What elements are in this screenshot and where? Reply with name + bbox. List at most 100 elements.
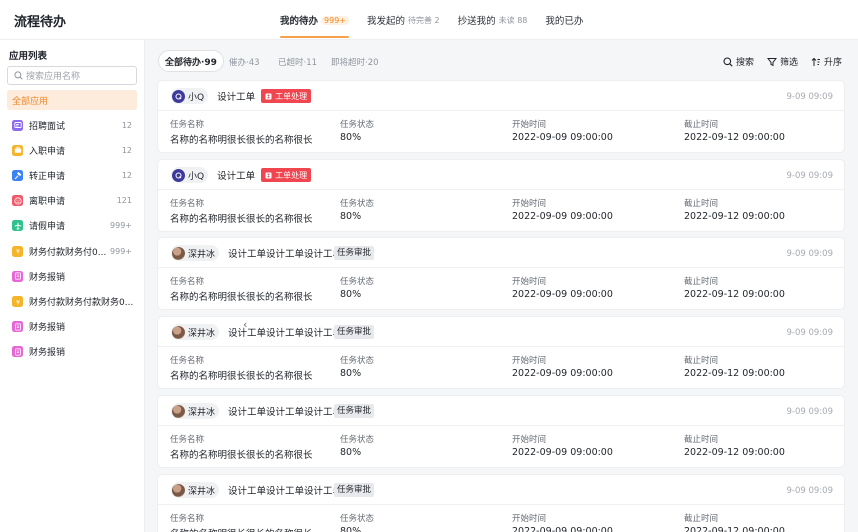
task-card[interactable]: 深井冰设计工单设计工单设计工单任务审批9-09 09:09任务名称名称的名称明很… (158, 475, 844, 532)
user-chip[interactable]: 小Q (171, 88, 209, 104)
field-label: 任务状态 (340, 356, 375, 366)
user-chip[interactable]: 深井冰 (171, 403, 220, 419)
sidebar-item[interactable]: ¥ 财务付款财务付0... 999+ (7, 241, 137, 261)
sidebar-item[interactable]: 请假申请 999+ (7, 216, 137, 236)
filter-button[interactable]: 筛选 (766, 55, 798, 68)
task-card[interactable]: 深井冰设计工单设计工单设计工单任务审批9-09 09:09任务名称名称的名称明很… (158, 317, 844, 388)
hammer-icon (12, 170, 23, 182)
plane-icon (12, 220, 23, 232)
field-label: 截止时间 (684, 277, 719, 287)
user-chip[interactable]: 小Q (171, 167, 209, 183)
field-value: 名称的名称明很长很长的名称很长 (170, 135, 313, 146)
card-title: 设计工单设计工单设计工单 (228, 249, 335, 260)
receipt-icon (12, 270, 23, 282)
chevron-left-icon[interactable]: ‹ (243, 318, 247, 331)
sidebar-item[interactable]: 财务报销 (7, 317, 137, 337)
field-label: 开始时间 (512, 435, 547, 445)
user-name: 深井冰 (188, 486, 216, 497)
tab-badge: 待完善 2 (408, 15, 440, 25)
field-value: 名称的名称明很长很长的名称很长 (170, 214, 313, 225)
filter-all[interactable]: 全部待办·99 (158, 50, 224, 72)
field-task-status: 任务状态 80% (340, 118, 374, 143)
user-chip[interactable]: 深井冰 (171, 245, 220, 261)
sidebar-item[interactable]: 招聘面试 12 (7, 115, 137, 135)
filter-near-overdue[interactable]: 即将超时·20 (331, 56, 379, 68)
app-search-input[interactable]: 搜索应用名称 (7, 66, 137, 85)
field-label: 任务名称 (170, 199, 205, 209)
avatar (172, 404, 185, 418)
tab-my-todo[interactable]: 我的待办 999+ (280, 0, 349, 40)
receipt-icon (12, 346, 23, 358)
task-card[interactable]: 深井冰设计工单设计工单设计工单任务审批9-09 09:09任务名称名称的名称明很… (158, 238, 844, 309)
avatar (172, 483, 185, 497)
field-task-name: 任务名称名称的名称明很长很长的名称很长 (170, 118, 320, 146)
field-label: 截止时间 (684, 199, 719, 209)
app-list: 全部应用 招聘面试 12 入职申请 12 转正申请 12 离职申请 121 请假申请 999+ ¥ 财务… (7, 90, 137, 367)
tab-label: 我发起的 (367, 16, 406, 27)
field-task-status: 任务状态 80% (340, 197, 374, 222)
search-button[interactable]: 搜索 (723, 55, 754, 68)
field-end-time: 截止时间 2022-09-12 09:00:00 (684, 275, 785, 300)
card-time: 9-09 09:09 (786, 486, 834, 496)
sidebar-item[interactable]: 入职申请 12 (7, 140, 137, 160)
sidebar-item[interactable]: 转正申请 12 (7, 166, 137, 186)
field-label: 任务状态 (340, 435, 375, 445)
receipt-icon (12, 321, 23, 333)
divider (158, 346, 844, 347)
svg-text:¥: ¥ (16, 248, 20, 255)
task-card[interactable]: 小Q 设计工单 工单处理 9-09 09:09 任务名称 名称的名称明很长很长的名称很长任… (158, 81, 844, 152)
status-tag: 任务审批 (334, 404, 375, 418)
tab-done[interactable]: 我的已办 (545, 0, 583, 40)
sort-button[interactable]: 升序 (811, 55, 842, 68)
field-value: 名称的名称明很长很长的名称很长 (170, 526, 320, 532)
field-value: 80% (340, 447, 362, 458)
user-name: 深井冰 (188, 249, 216, 260)
task-card[interactable]: 深井冰设计工单设计工单设计工单任务审批9-09 09:09任务名称名称的名称明很… (158, 396, 844, 467)
field-start-time: 开始时间 2022-09-09 09:00:00 (512, 275, 613, 300)
field-start-time: 开始时间 2022-09-09 09:00:00 (512, 118, 613, 143)
field-start-time: 开始时间 2022-09-09 09:00:00 (512, 433, 613, 458)
divider (158, 504, 844, 505)
card-title: 设计工单设计工单设计工单 (228, 407, 335, 418)
tab-label: 抄送我的 (457, 16, 496, 27)
avatar (172, 168, 185, 182)
user-name: 深井冰 (188, 407, 216, 418)
sidebar-item[interactable]: 离职申请 121 (7, 191, 137, 211)
field-value: 80% (340, 289, 362, 300)
card-time: 9-09 09:09 (786, 407, 834, 417)
sidebar-item[interactable]: ¥ 财务付款财务付款财务0... (7, 292, 137, 312)
field-value: 2022-09-12 09:00:00 (684, 289, 785, 300)
field-value: 2022-09-12 09:00:00 (684, 368, 785, 379)
filter-overdue[interactable]: 已超时·11 (278, 56, 317, 68)
sidebar-item[interactable]: 全部应用 (7, 90, 137, 110)
sidebar-item[interactable]: 财务报销 (7, 266, 137, 286)
field-task-name: 任务名称名称的名称明很长很长的名称很长 (170, 354, 320, 382)
avatar (172, 246, 185, 260)
search-icon (723, 56, 733, 67)
field-value: 2022-09-12 09:00:00 (684, 132, 785, 143)
hourglass-icon (265, 93, 272, 99)
field-task-status: 任务状态 80% (340, 433, 374, 458)
sidebar-item-label: 财务报销 (29, 348, 66, 359)
task-card[interactable]: 小Q 设计工单 工单处理 9-09 09:09 任务名称 名称的名称明很长很长的名称很长任… (158, 160, 844, 231)
field-value: 2022-09-09 09:00:00 (512, 289, 613, 300)
field-value: 2022-09-12 09:00:00 (684, 447, 785, 458)
tab-cc-me[interactable]: 抄送我的 未读 88 (458, 0, 528, 40)
card-time: 9-09 09:09 (786, 328, 834, 338)
field-label: 截止时间 (684, 435, 719, 445)
tab-initiated[interactable]: 我发起的 待完善 2 (367, 0, 440, 40)
field-label: 开始时间 (512, 514, 547, 524)
sidebar-item-label: 离职申请 (29, 197, 66, 208)
sidebar-item[interactable]: 财务报销 (7, 342, 137, 362)
card-header: 深井冰 设计工单设计工单设计工单 任务审批 (171, 245, 375, 261)
card-time: 9-09 09:09 (786, 92, 834, 102)
avatar (172, 89, 185, 103)
filter-label: 筛选 (779, 58, 798, 68)
sidebar-item-label: 财务付款财务付0... (29, 247, 107, 258)
user-chip[interactable]: 深井冰 (171, 482, 220, 498)
sidebar-item-label: 入职申请 (29, 146, 66, 157)
id-card-icon (12, 119, 23, 131)
user-chip[interactable]: 深井冰 (171, 324, 220, 340)
filter-urge[interactable]: 催办·43 (229, 56, 260, 68)
field-start-time: 开始时间 2022-09-09 09:00:00 (512, 354, 613, 379)
